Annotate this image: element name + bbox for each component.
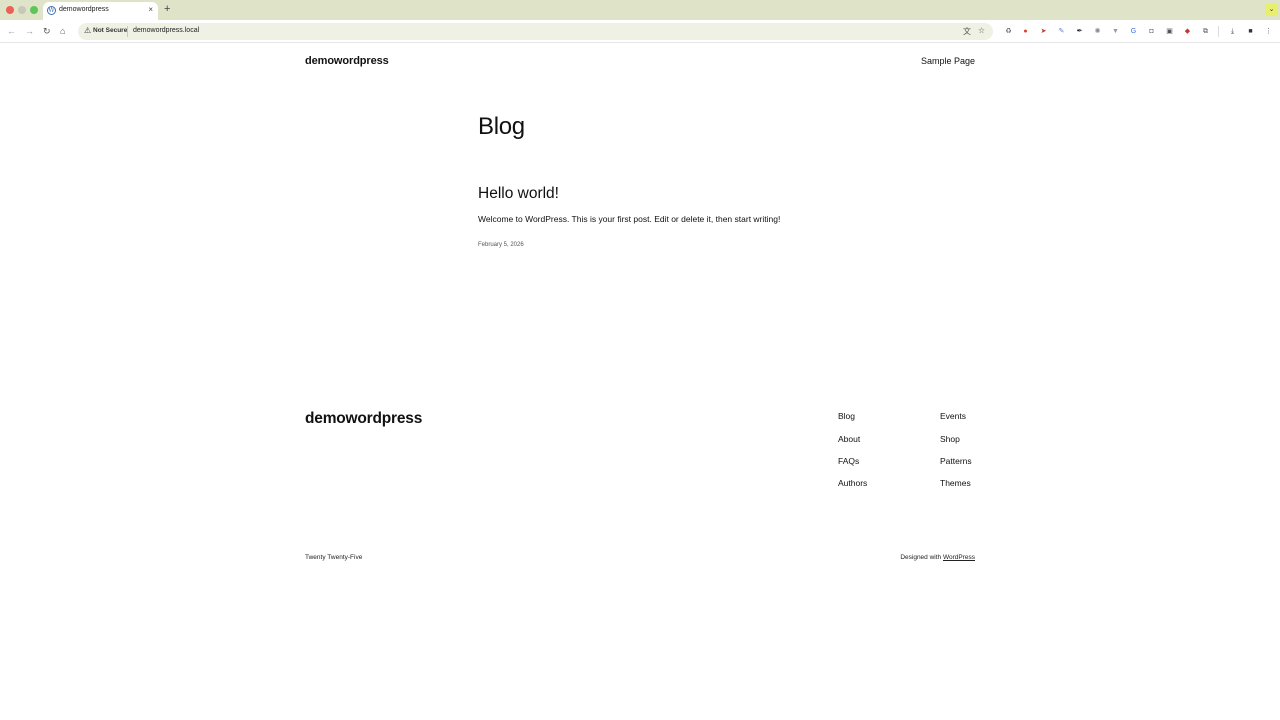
openai-icon[interactable]: ✺ [1093, 27, 1102, 36]
footer-link-blog[interactable]: Blog [838, 411, 855, 421]
footer-link-patterns[interactable]: Patterns [940, 456, 972, 466]
browser-toolbar: ← → ↻ ⌂ ⚠ Not Secure demowordpress.local… [0, 20, 1280, 43]
bookmark-star-icon[interactable]: ☆ [978, 26, 985, 35]
translate-icon[interactable]: 文 [963, 26, 971, 37]
recycle-icon[interactable]: ♻ [1004, 27, 1013, 36]
home-icon[interactable]: ⌂ [60, 25, 65, 37]
toolbar-divider [1218, 26, 1219, 37]
back-arrow-icon[interactable]: ← [7, 25, 16, 37]
tab-close-icon[interactable]: × [148, 5, 153, 14]
shield-ext-icon[interactable]: ● [1021, 27, 1030, 36]
address-divider [127, 26, 128, 37]
ublock-icon[interactable]: ◆ [1183, 27, 1192, 36]
new-tab-button[interactable]: + [164, 3, 170, 15]
translate-ext-icon[interactable]: G [1129, 27, 1138, 36]
nav-link-sample-page[interactable]: Sample Page [921, 56, 975, 66]
window-zoom-button[interactable] [30, 6, 38, 14]
rocket-icon[interactable]: ➤ [1039, 27, 1048, 36]
window-close-button[interactable] [6, 6, 14, 14]
profile-icon[interactable]: ■ [1246, 27, 1255, 36]
post-excerpt: Welcome to WordPress. This is your first… [478, 214, 781, 224]
address-bar[interactable]: ⚠ Not Secure demowordpress.local 文 ☆ [78, 23, 993, 40]
footer-link-authors[interactable]: Authors [838, 478, 867, 488]
camera-icon[interactable]: ◘ [1147, 27, 1156, 36]
footer-credit: Designed with WordPress [900, 554, 975, 561]
wordpress-favicon-icon: W [47, 6, 56, 15]
security-status-label[interactable]: Not Secure [93, 27, 127, 34]
more-menu-icon[interactable]: ⋮ [1264, 27, 1273, 36]
post-date: February 5, 2026 [478, 242, 524, 248]
url-text[interactable]: demowordpress.local [133, 27, 199, 34]
forward-arrow-icon[interactable]: → [25, 25, 34, 37]
footer-link-shop[interactable]: Shop [940, 434, 960, 444]
reload-icon[interactable]: ↻ [43, 25, 51, 37]
post-title-link[interactable]: Hello world! [478, 185, 559, 203]
site-title[interactable]: demowordpress [305, 55, 389, 67]
footer-link-events[interactable]: Events [940, 411, 966, 421]
download-icon[interactable]: ⤓ [1228, 27, 1237, 36]
screenshot-icon[interactable]: ▣ [1165, 27, 1174, 36]
window-minimize-button[interactable] [18, 6, 26, 14]
tab-title: demowordpress [59, 6, 109, 13]
filter-icon[interactable]: ▼ [1111, 27, 1120, 36]
footer-site-title[interactable]: demowordpress [305, 410, 422, 428]
pen-icon[interactable]: ✎ [1057, 27, 1066, 36]
page-title: Blog [478, 113, 525, 140]
footer-link-themes[interactable]: Themes [940, 478, 971, 488]
eyedropper-icon[interactable]: ✒ [1075, 27, 1084, 36]
browser-tab-bar: W demowordpress × + ⌄ [0, 0, 1280, 20]
puzzle-icon[interactable]: ⧉ [1201, 27, 1210, 36]
tab-search-dropdown-icon[interactable]: ⌄ [1265, 3, 1278, 16]
footer-link-about[interactable]: About [838, 434, 860, 444]
browser-tab-active[interactable]: W demowordpress × [43, 2, 158, 20]
warning-icon[interactable]: ⚠ [84, 26, 91, 35]
footer-link-faqs[interactable]: FAQs [838, 456, 859, 466]
footer-credit-prefix: Designed with [900, 554, 942, 561]
footer-credit-link[interactable]: WordPress [943, 554, 975, 561]
footer-theme-name: Twenty Twenty-Five [305, 554, 363, 561]
